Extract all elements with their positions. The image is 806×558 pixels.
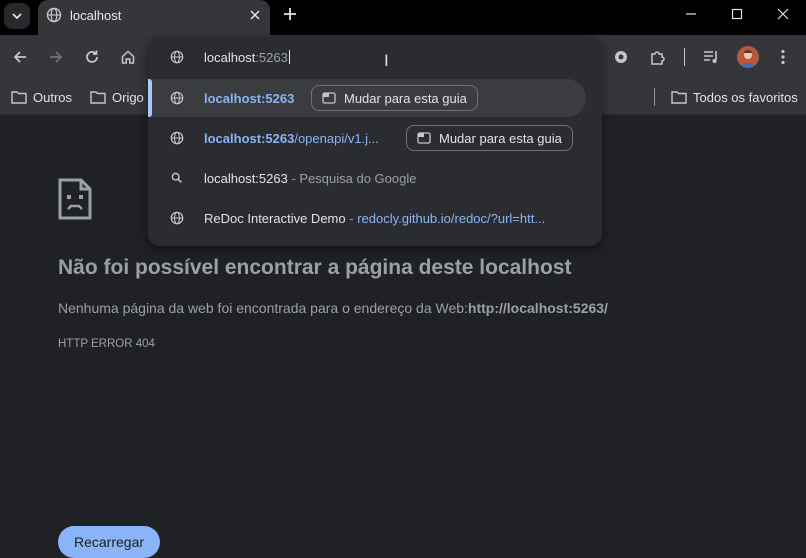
tab-close-button[interactable] [246, 6, 264, 24]
bookmarks-separator [654, 88, 655, 106]
reload-button[interactable] [81, 46, 103, 68]
bookmark-folder-outros[interactable]: Outros [11, 87, 72, 107]
bookmark-folder-origo[interactable]: Origo [90, 87, 144, 107]
avatar-icon [741, 50, 755, 68]
switch-to-tab-label: Mudar para esta guia [439, 130, 562, 146]
address-suffix: :5263 [255, 50, 288, 65]
folder-icon [11, 91, 27, 104]
suggestion-url-path: /openapi/v1.j... [294, 131, 379, 146]
maximize-button[interactable] [726, 4, 748, 24]
selection-indicator [148, 79, 152, 117]
bookmark-label: Outros [33, 89, 73, 105]
window-close-button[interactable] [772, 4, 794, 24]
history-url: redocly.github.io/redoc/?url=htt... [357, 211, 546, 226]
suggestion-url: localhost:5263 [204, 91, 294, 106]
suggestion-item[interactable]: localhost:5263 - Pesquisa do Google [148, 159, 586, 197]
address-host: localhost [204, 50, 256, 65]
extension-puzzle-icon [651, 51, 665, 65]
omnibox-dropdown: localhost:5263 I localhost:5263 Mudar pa… [148, 36, 602, 246]
profile-avatar[interactable] [737, 46, 759, 68]
suggestion-url-host: localhost:5263 [204, 131, 295, 146]
error-code: HTTP ERROR 404 [58, 338, 155, 350]
folder-icon [90, 91, 106, 104]
tab-localhost[interactable]: localhost [38, 0, 270, 35]
extensions-menu-button[interactable] [647, 46, 669, 68]
address-input[interactable]: localhost:5263 [204, 50, 290, 65]
mouse-ibeam-cursor-icon: I [384, 51, 389, 70]
switch-tab-icon [322, 92, 336, 104]
history-title: ReDoc Interactive Demo [204, 211, 346, 226]
toolbar-separator [684, 48, 685, 66]
new-tab-button[interactable] [280, 4, 300, 24]
plus-icon [284, 8, 296, 20]
home-icon [121, 50, 135, 64]
forward-button[interactable] [45, 46, 67, 68]
media-controls-button[interactable] [700, 46, 722, 68]
search-query: localhost:5263 [204, 171, 288, 186]
suggestion-url: localhost:5263/openapi/v1.j... [204, 131, 379, 146]
error-url: http://localhost:5263/ [467, 300, 608, 316]
home-button[interactable] [117, 46, 139, 68]
error-description: Nenhuma página da web foi encontrada par… [58, 300, 608, 316]
minimize-icon [686, 13, 696, 15]
extension-button[interactable] [610, 46, 632, 68]
switch-to-tab-button[interactable]: Mudar para esta guia [311, 85, 478, 111]
switch-tab-icon [417, 132, 431, 144]
tab-title: localhost [70, 8, 122, 23]
switch-to-tab-label: Mudar para esta guia [344, 90, 467, 106]
more-icon [781, 49, 785, 65]
bookmark-label: Origo [112, 89, 144, 105]
all-bookmarks-label: Todos os favoritos [693, 89, 798, 105]
reload-page-button[interactable]: Recarregar [58, 526, 160, 558]
suggestion-item[interactable]: localhost:5263 Mudar para esta guia [148, 79, 586, 117]
error-description-text: Nenhuma página da web foi encontrada par… [58, 300, 468, 316]
suggestion-url-host: localhost:5263 [204, 91, 295, 106]
close-icon [777, 8, 789, 20]
address-bar[interactable]: localhost:5263 I [148, 36, 602, 78]
search-engine-label: - Pesquisa do Google [287, 171, 417, 186]
all-bookmarks-button[interactable]: Todos os favoritos [671, 87, 798, 107]
globe-icon [46, 7, 62, 23]
title-bar: localhost [0, 0, 806, 35]
folder-icon [671, 91, 687, 104]
chevron-down-icon [12, 13, 22, 20]
error-title: Não foi possível encontrar a página dest… [58, 256, 572, 279]
sad-page-icon [58, 178, 92, 220]
text-caret [288, 50, 290, 64]
extension-icon [615, 51, 627, 63]
media-controls-icon [704, 51, 717, 63]
search-icon [171, 172, 182, 183]
switch-to-tab-button[interactable]: Mudar para esta guia [406, 125, 573, 151]
forward-icon [50, 51, 63, 63]
back-icon [13, 51, 26, 63]
history-separator: - [345, 211, 358, 226]
suggestion-history: ReDoc Interactive Demo - redocly.github.… [204, 211, 545, 226]
suggestion-item[interactable]: ReDoc Interactive Demo - redocly.github.… [148, 199, 586, 237]
globe-icon [170, 91, 184, 105]
globe-icon [170, 50, 184, 64]
suggestion-item[interactable]: localhost:5263/openapi/v1.j... Mudar par… [148, 119, 586, 157]
minimize-button[interactable] [680, 4, 702, 24]
back-button[interactable] [9, 46, 31, 68]
tab-search-button[interactable] [4, 3, 30, 29]
maximize-icon [731, 8, 743, 20]
more-menu-button[interactable] [772, 46, 794, 68]
suggestion-search: localhost:5263 - Pesquisa do Google [204, 171, 416, 186]
globe-icon [170, 131, 184, 145]
reload-icon [86, 50, 98, 63]
close-icon [250, 10, 260, 20]
globe-icon [170, 211, 184, 225]
